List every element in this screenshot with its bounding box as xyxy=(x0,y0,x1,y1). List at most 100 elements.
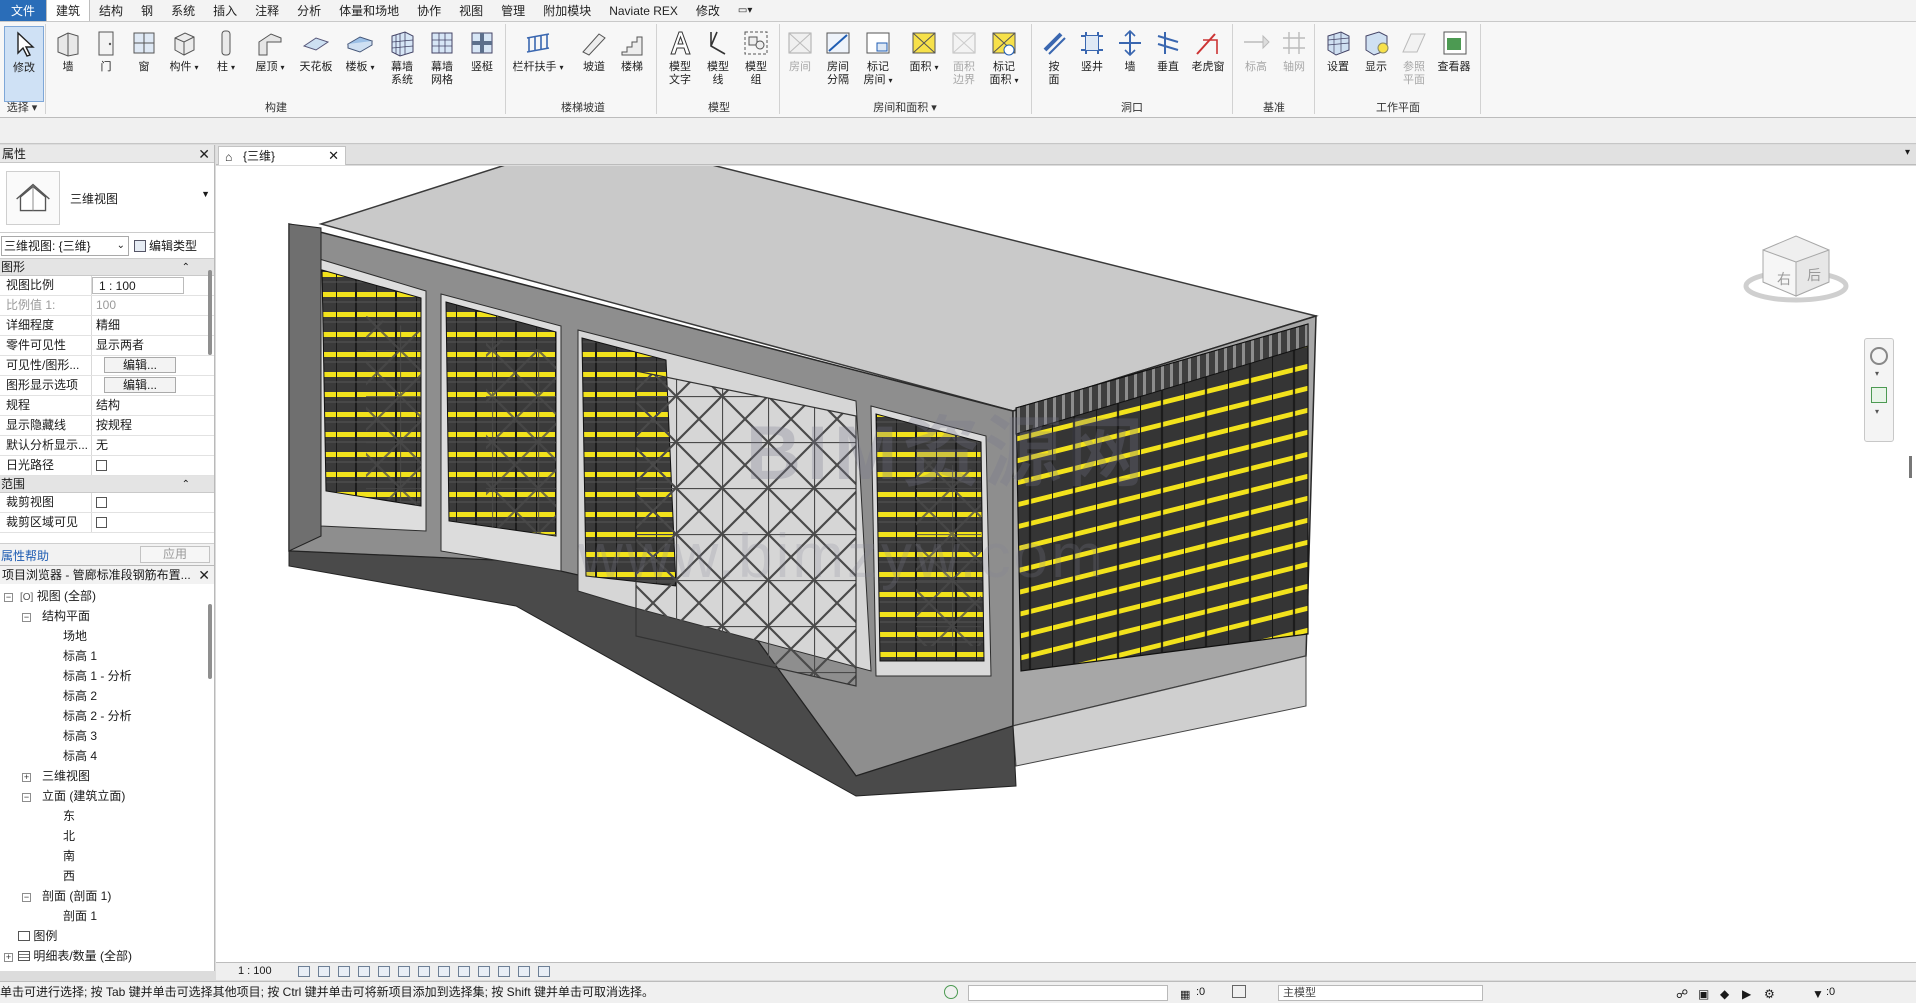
floor-button[interactable]: 楼板 ▾ xyxy=(340,26,380,102)
sun-path-checkbox[interactable] xyxy=(96,460,107,471)
instance-filter-select[interactable]: 三维视图: {三维} ⌄ xyxy=(1,236,129,256)
tree-south[interactable]: 南 xyxy=(63,846,75,866)
drag-elements-icon[interactable]: ⚙ xyxy=(1764,984,1775,1003)
window-button[interactable]: 窗 xyxy=(124,26,164,102)
edit-type-button[interactable]: 编辑类型 xyxy=(134,236,212,256)
close-icon[interactable]: ✕ xyxy=(198,145,210,163)
select-pinned-icon[interactable]: ◆ xyxy=(1720,984,1729,1003)
visual-style-icon[interactable] xyxy=(318,966,330,977)
editable-only-icon[interactable]: ▦ xyxy=(1180,985,1190,1003)
properties-scrollbar[interactable] xyxy=(208,270,212,355)
ramp-button[interactable]: 坡道 xyxy=(574,26,614,102)
properties-help-link[interactable]: 属性帮助 xyxy=(1,547,49,564)
prop-row-parts-visibility[interactable]: 零件可见性 显示两者 xyxy=(0,336,214,356)
model-line-button[interactable]: 模型线 xyxy=(698,26,738,102)
reveal-hidden-icon[interactable] xyxy=(478,966,490,977)
tree-schedules[interactable]: 明细表/数量 (全部) xyxy=(18,946,132,966)
tree-east[interactable]: 东 xyxy=(63,806,75,826)
close-icon[interactable]: ✕ xyxy=(328,147,339,165)
area-button[interactable]: 面积 ▾ xyxy=(904,26,944,102)
shaft-button[interactable]: 竖井 xyxy=(1072,26,1112,102)
railing-button[interactable]: 栏杆扶手 ▾ xyxy=(512,26,564,102)
visibility-edit-button[interactable]: 编辑... xyxy=(104,357,176,373)
tab-addins[interactable]: 附加模块 xyxy=(534,0,600,21)
chevron-down-icon[interactable]: ▾ xyxy=(1875,369,1879,378)
wall-opening-button[interactable]: 墙 xyxy=(1110,26,1150,102)
tree-legends[interactable]: 图例 xyxy=(18,926,57,946)
select-by-face-icon[interactable]: ▶ xyxy=(1742,984,1751,1003)
tab-file[interactable]: 文件 xyxy=(0,0,47,21)
temp-view-properties-icon[interactable] xyxy=(498,966,510,977)
tab-3d-view[interactable]: ⌂ {三维} ✕ xyxy=(218,146,346,165)
stair-button[interactable]: 楼梯 xyxy=(612,26,652,102)
group-select-label[interactable]: 选择 ▾ xyxy=(0,100,44,116)
tab-massing-site[interactable]: 体量和场地 xyxy=(330,0,408,21)
workset-select[interactable] xyxy=(968,985,1168,1001)
chevron-down-icon[interactable]: ▼ xyxy=(201,189,210,199)
tree-west[interactable]: 西 xyxy=(63,866,75,886)
zoom-icon[interactable] xyxy=(1871,387,1887,403)
tab-insert[interactable]: 插入 xyxy=(204,0,246,21)
show-workplane-button[interactable]: 显示 xyxy=(1356,26,1396,102)
opening-by-face-button[interactable]: 按面 xyxy=(1034,26,1074,102)
tree-views-all[interactable]: [O] 视图 (全部) xyxy=(20,586,96,606)
collapse-toggle[interactable]: − xyxy=(22,613,31,622)
prop-row-hidden-lines[interactable]: 显示隐藏线 按规程 xyxy=(0,416,214,436)
workset-icon[interactable] xyxy=(944,985,958,999)
prop-row-analysis-display[interactable]: 默认分析显示... 无 xyxy=(0,436,214,456)
tree-level-4[interactable]: 标高 4 xyxy=(63,746,97,766)
tree-level-2-analysis[interactable]: 标高 2 - 分析 xyxy=(63,706,132,726)
tree-3d-views[interactable]: 三维视图 xyxy=(42,766,90,786)
tab-naviate-rex[interactable]: Naviate REX xyxy=(600,0,687,21)
level-button[interactable]: 标高 xyxy=(1236,26,1276,102)
3d-view-canvas[interactable]: BIM资源网 www.bimzyw.com 右 后 ▾ ▾ xyxy=(216,166,1916,962)
crop-visible-checkbox[interactable] xyxy=(96,517,107,528)
tab-manage[interactable]: 管理 xyxy=(492,0,534,21)
room-separator-button[interactable]: 房间 分隔 xyxy=(818,26,858,102)
prop-row-detail-level[interactable]: 详细程度 精细 xyxy=(0,316,214,336)
tree-elevations[interactable]: 立面 (建筑立面) xyxy=(42,786,125,806)
design-option-select[interactable]: 主模型 xyxy=(1278,985,1483,1001)
tree-level-1[interactable]: 标高 1 xyxy=(63,646,97,666)
shadows-icon[interactable] xyxy=(358,966,370,977)
tab-structure[interactable]: 结构 xyxy=(90,0,132,21)
ceiling-button[interactable]: 天花板 xyxy=(296,26,336,102)
model-group-button[interactable]: 模型组 xyxy=(736,26,776,102)
mullion-button[interactable]: 竖梃 xyxy=(462,26,502,102)
render-icon[interactable] xyxy=(378,966,390,977)
chevron-down-icon[interactable]: ▾ xyxy=(1875,407,1879,416)
apply-button[interactable]: 应用 xyxy=(140,546,210,563)
prop-row-discipline[interactable]: 规程 结构 xyxy=(0,396,214,416)
tree-sections[interactable]: 剖面 (剖面 1) xyxy=(42,886,111,906)
model-text-button[interactable]: 模型 文字 xyxy=(660,26,700,102)
collapse-toggle[interactable]: − xyxy=(4,593,13,602)
column-button[interactable]: 柱 ▾ xyxy=(206,26,246,102)
tab-view[interactable]: 视图 xyxy=(450,0,492,21)
collapse-icon[interactable]: ⌃ xyxy=(182,259,190,276)
viewcube[interactable]: 右 后 xyxy=(1741,222,1851,312)
canvas-scrollbar[interactable] xyxy=(1909,456,1912,478)
grid-button[interactable]: 轴网 xyxy=(1274,26,1314,102)
filter-icon[interactable]: ▼ xyxy=(1812,984,1824,1003)
door-button[interactable]: 门 xyxy=(86,26,126,102)
tab-steel[interactable]: 钢 xyxy=(132,0,162,21)
set-workplane-button[interactable]: 设置 xyxy=(1318,26,1358,102)
viewcube-right-face[interactable]: 右 xyxy=(1777,272,1791,288)
reference-plane-button[interactable]: 参照 平面 xyxy=(1394,26,1434,102)
select-underlay-icon[interactable]: ▣ xyxy=(1698,984,1709,1003)
close-icon[interactable]: ✕ xyxy=(198,566,210,584)
tab-annotate[interactable]: 注释 xyxy=(246,0,288,21)
worksharing-display-icon[interactable] xyxy=(518,966,530,977)
lock-3d-view-icon[interactable] xyxy=(438,966,450,977)
crop-view-checkbox[interactable] xyxy=(96,497,107,508)
graphic-display-edit-button[interactable]: 编辑... xyxy=(104,377,176,393)
component-button[interactable]: 构件 ▾ xyxy=(164,26,204,102)
vertical-opening-button[interactable]: 垂直 xyxy=(1148,26,1188,102)
tree-site[interactable]: 场地 xyxy=(63,626,87,646)
tab-collaborate[interactable]: 协作 xyxy=(408,0,450,21)
tree-section-1[interactable]: 剖面 1 xyxy=(63,906,97,926)
section-extents[interactable]: 范围 ⌃ xyxy=(0,476,214,493)
tab-architecture[interactable]: 建筑 xyxy=(46,0,91,21)
crop-view-icon[interactable] xyxy=(398,966,410,977)
selection-link-icon[interactable]: ☍ xyxy=(1676,984,1688,1003)
